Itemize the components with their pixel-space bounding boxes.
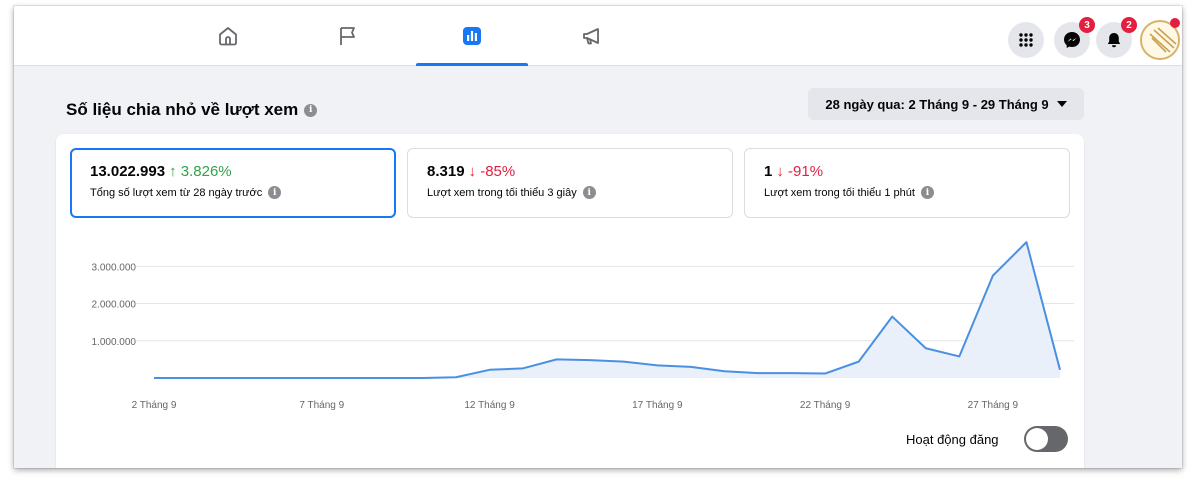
metric-label: Tổng số lượt xem từ 28 ngày trước — [90, 186, 263, 199]
tab-insights[interactable] — [416, 6, 528, 66]
metric-label: Lượt xem trong tối thiểu 3 giây — [427, 186, 577, 199]
avatar-status-dot — [1170, 18, 1180, 28]
y-tick-label: 3.000.000 — [92, 262, 137, 273]
messenger-icon — [1064, 32, 1080, 48]
metric-views-3s-main: 8.319 ↓ -85% — [427, 163, 732, 180]
metric-total-views-sub: Tổng số lượt xem từ 28 ngày trước i — [90, 186, 394, 199]
views-chart: 1.000.000 2.000.000 3.000.000 2 Tháng 9 7 Th… — [92, 241, 1074, 411]
info-icon[interactable]: i — [920, 186, 934, 199]
home-icon — [219, 27, 237, 46]
metric-total-views[interactable]: 13.022.993 ↑ 3.826% Tổng số lượt xem từ … — [70, 148, 396, 218]
tab-pages[interactable] — [292, 6, 404, 66]
x-tick-label: 27 Tháng 9 — [968, 400, 1019, 411]
info-icon[interactable]: i — [582, 186, 596, 199]
top-navigation-bar: 3 2 — [14, 6, 1182, 66]
menu-button[interactable] — [1008, 22, 1044, 58]
metric-value: 1 — [764, 163, 773, 180]
messenger-button[interactable]: 3 — [1054, 17, 1095, 58]
metric-delta: ↓ -91% — [776, 163, 824, 180]
caret-down-icon — [1056, 101, 1067, 107]
facebook-window: 3 2 Số liệu chia nhỏ về lượt xem i 28 ng… — [14, 6, 1182, 468]
date-range-label: 28 ngày qua: 2 Tháng 9 - 29 Tháng 9 — [825, 96, 1049, 112]
section-title-text: Số liệu chia nhỏ về lượt xem — [66, 100, 299, 119]
post-activity-toggle[interactable] — [1024, 426, 1068, 452]
metric-value: 13.022.993 — [90, 163, 166, 180]
grid-menu-icon — [1019, 33, 1033, 47]
tab-ads[interactable] — [536, 6, 648, 66]
metric-delta: ↑ 3.826% — [169, 163, 232, 180]
bell-icon — [1107, 33, 1121, 48]
y-tick-label: 2.000.000 — [92, 300, 137, 311]
tab-home[interactable] — [172, 6, 284, 66]
messenger-badge: 3 — [1079, 17, 1095, 33]
metric-total-views-main: 13.022.993 ↑ 3.826% — [90, 163, 394, 180]
metric-label: Lượt xem trong tối thiểu 1 phút — [764, 186, 915, 199]
x-tick-label: 17 Tháng 9 — [632, 400, 683, 411]
metric-views-1m[interactable]: 1 ↓ -91% Lượt xem trong tối thiểu 1 phút… — [744, 148, 1070, 218]
metric-delta: ↓ -85% — [468, 163, 516, 180]
views-area — [154, 242, 1060, 378]
y-tick-label: 1.000.000 — [92, 337, 137, 348]
x-tick-label: 22 Tháng 9 — [800, 400, 851, 411]
notifications-badge: 2 — [1121, 17, 1137, 33]
section-title: Số liệu chia nhỏ về lượt xem i — [66, 100, 318, 120]
toggle-knob — [1026, 428, 1048, 450]
info-icon[interactable]: i — [304, 103, 318, 117]
metric-value: 8.319 — [427, 163, 465, 180]
x-tick-label: 7 Tháng 9 — [299, 400, 344, 411]
flag-icon — [340, 27, 355, 45]
metric-views-3s-sub: Lượt xem trong tối thiểu 3 giây i — [427, 186, 732, 199]
megaphone-icon — [583, 28, 599, 45]
metric-views-1m-sub: Lượt xem trong tối thiểu 1 phút i — [764, 186, 1069, 199]
toggle-label: Hoạt động đăng — [906, 432, 999, 447]
info-icon[interactable]: i — [268, 186, 282, 199]
metric-views-1m-main: 1 ↓ -91% — [764, 163, 1069, 180]
date-range-select[interactable]: 28 ngày qua: 2 Tháng 9 - 29 Tháng 9 — [808, 88, 1084, 120]
notifications-button[interactable]: 2 — [1096, 17, 1137, 58]
x-tick-label: 2 Tháng 9 — [132, 400, 177, 411]
views-breakdown-card: 13.022.993 ↑ 3.826% Tổng số lượt xem từ … — [56, 134, 1084, 468]
bar-chart-icon — [463, 27, 481, 45]
x-tick-label: 12 Tháng 9 — [464, 400, 515, 411]
metric-views-3s[interactable]: 8.319 ↓ -85% Lượt xem trong tối thiểu 3 … — [407, 148, 733, 218]
